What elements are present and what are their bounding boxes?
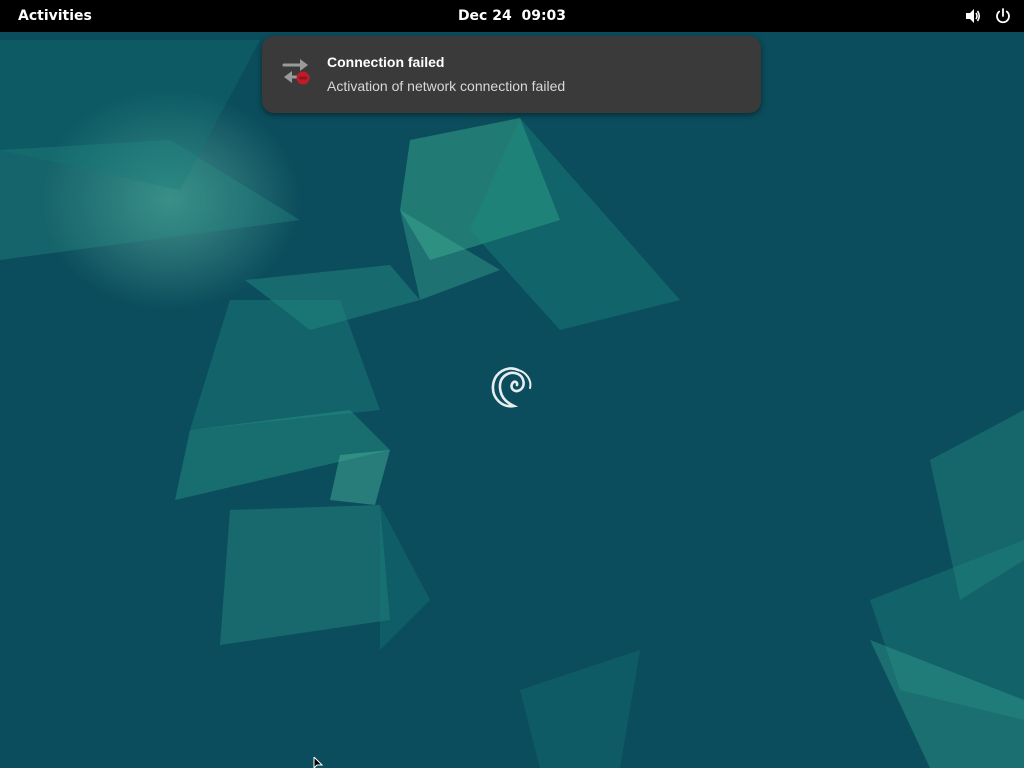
notification-body: Activation of network connection failed bbox=[327, 78, 566, 94]
clock-button[interactable]: Dec 24 09:03 bbox=[412, 0, 612, 32]
desktop[interactable]: Activities Dec 24 09:03 Connection faile… bbox=[0, 0, 1024, 768]
debian-swirl-icon bbox=[491, 367, 532, 408]
notification-title: Connection failed bbox=[327, 54, 445, 70]
power-icon[interactable] bbox=[994, 7, 1012, 25]
activities-button[interactable]: Activities bbox=[8, 0, 102, 32]
system-tray[interactable] bbox=[964, 0, 1012, 32]
mouse-cursor-icon bbox=[313, 757, 323, 768]
network-error-icon bbox=[282, 59, 310, 85]
volume-icon[interactable] bbox=[964, 7, 982, 25]
clock-date: Dec 24 bbox=[457, 8, 512, 24]
clock-time: 09:03 bbox=[521, 8, 567, 24]
notification-banner[interactable]: Connection failed Activation of network … bbox=[262, 36, 761, 113]
top-bar: Activities Dec 24 09:03 bbox=[0, 0, 1024, 32]
